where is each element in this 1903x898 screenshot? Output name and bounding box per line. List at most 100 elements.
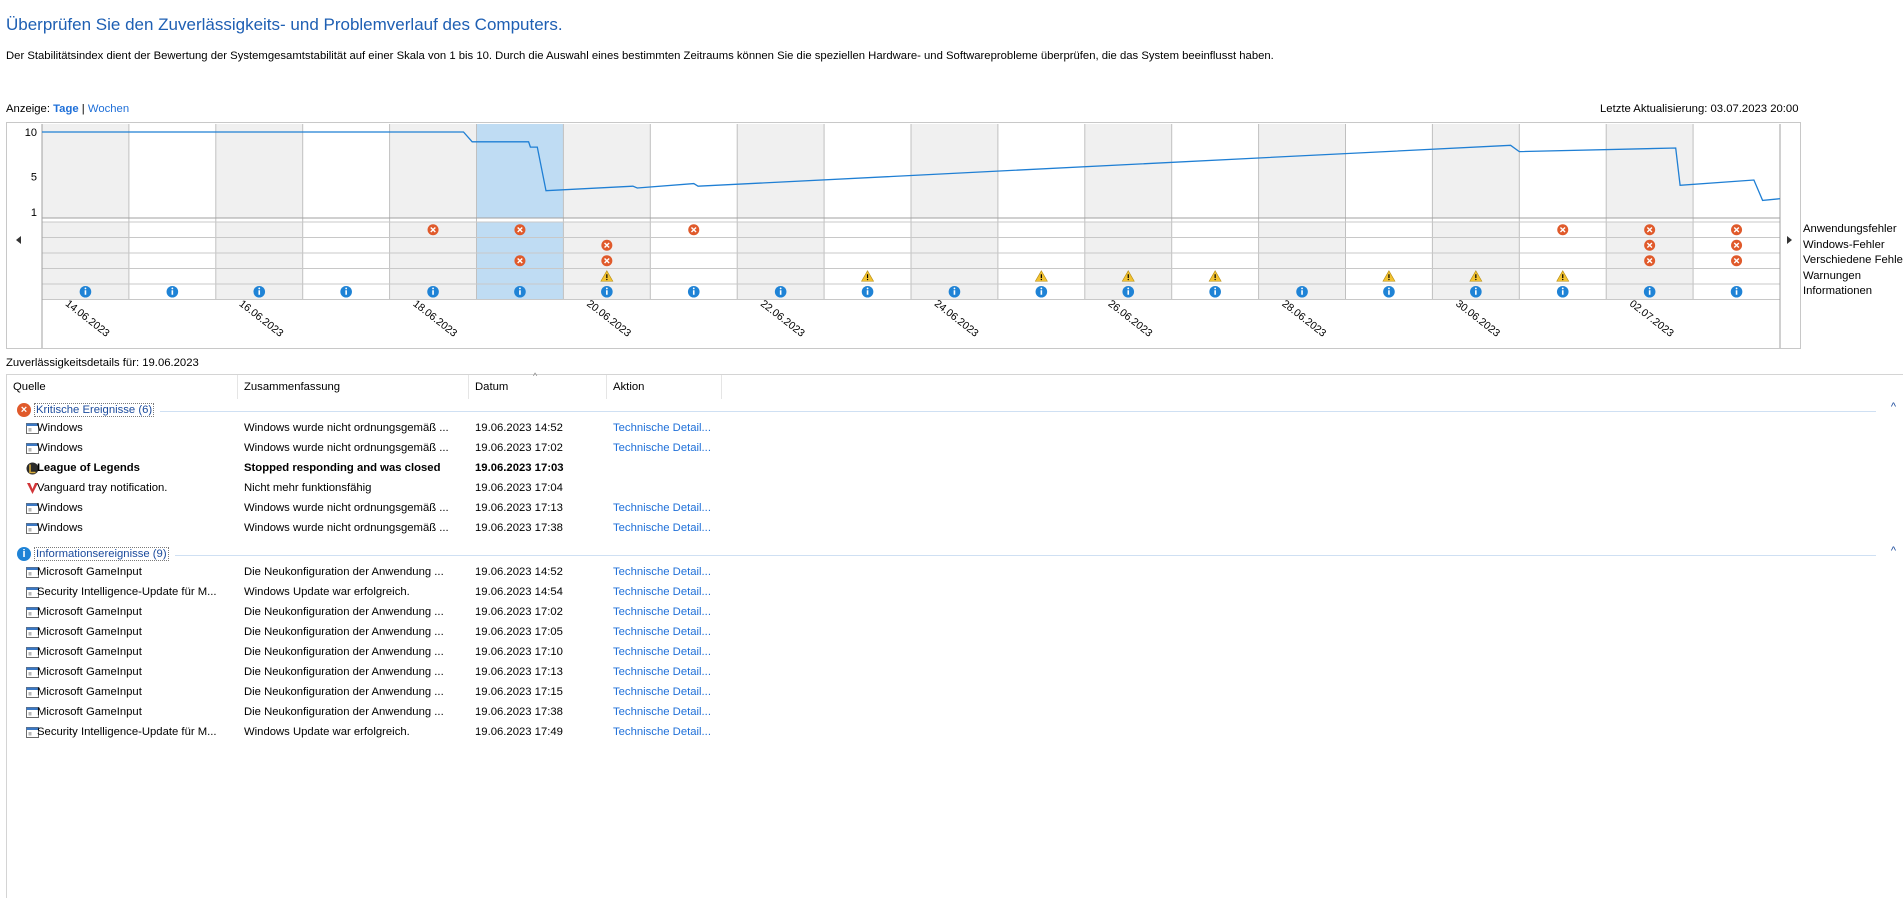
table-row[interactable]: Microsoft GameInput Die Neukonfiguration … <box>7 703 1903 723</box>
info-dot <box>171 287 174 290</box>
group-title[interactable]: Kritische Ereignisse (6) <box>34 403 155 417</box>
info-dot <box>1648 287 1651 290</box>
table-row[interactable]: League of Legends Stopped responding and … <box>7 459 1903 479</box>
source-cell: Security Intelligence-Update für M... <box>37 726 217 738</box>
group-title[interactable]: Informationsereignisse (9) <box>34 547 169 561</box>
info-mark <box>1561 290 1564 295</box>
summary-cell: Stopped responding and was closed <box>244 462 441 474</box>
chart-column[interactable] <box>1519 124 1607 218</box>
source-cell: Windows <box>37 522 83 534</box>
technical-details-link[interactable]: Technische Detail... <box>613 422 711 434</box>
date-cell: 19.06.2023 17:02 <box>475 606 563 618</box>
info-dot <box>1474 287 1477 290</box>
view-selector: Anzeige: Tage | Wochen <box>6 103 129 115</box>
info-dot <box>692 287 695 290</box>
chart-column[interactable] <box>42 124 129 218</box>
chart-column[interactable] <box>737 124 825 218</box>
date-cell: 19.06.2023 14:52 <box>475 566 563 578</box>
table-row[interactable]: Windows Windows wurde nicht ordnungsgemäß… <box>7 519 1903 539</box>
view-days-link[interactable]: Tage <box>53 103 79 115</box>
chart-column[interactable] <box>911 124 998 218</box>
technical-details-link[interactable]: Technische Detail... <box>613 606 711 618</box>
info-dot <box>605 287 608 290</box>
table-row[interactable]: Microsoft GameInput Die Neukonfiguration … <box>7 663 1903 683</box>
table-row[interactable]: Windows Windows wurde nicht ordnungsgemäß… <box>7 499 1903 519</box>
summary-cell: Windows Update war erfolgreich. <box>244 726 410 738</box>
info-dot <box>345 287 348 290</box>
chart-column[interactable] <box>1171 124 1259 218</box>
technical-details-link[interactable]: Technische Detail... <box>613 522 711 534</box>
technical-details-link[interactable]: Technische Detail... <box>613 706 711 718</box>
table-row[interactable]: Windows Windows wurde nicht ordnungsgemäß… <box>7 419 1903 439</box>
collapse-chevron-icon[interactable]: ^ <box>1891 545 1896 557</box>
summary-cell: Windows wurde nicht ordnungsgemäß ... <box>244 442 449 454</box>
table-row[interactable]: Microsoft GameInput Die Neukonfiguration … <box>7 643 1903 663</box>
chart-column[interactable] <box>215 124 303 218</box>
info-mark <box>953 290 956 295</box>
chart-column[interactable] <box>1345 124 1433 218</box>
table-row[interactable]: Vanguard tray notification. Nicht mehr fu… <box>7 479 1903 499</box>
group-critical-events[interactable]: × Kritische Ereignisse (6) ^ <box>7 399 1903 419</box>
technical-details-link[interactable]: Technische Detail... <box>613 626 711 638</box>
page-title: Überprüfen Sie den Zuverlässigkeits- und… <box>6 15 563 34</box>
source-cell: Microsoft GameInput <box>37 626 142 638</box>
summary-cell: Die Neukonfiguration der Anwendung ... <box>244 686 444 698</box>
date-cell: 19.06.2023 17:15 <box>475 686 563 698</box>
technical-details-link[interactable]: Technische Detail... <box>613 666 711 678</box>
column-header-source[interactable]: Quelle <box>7 375 238 399</box>
column-header-date[interactable]: Datum <box>469 375 607 399</box>
info-mark <box>258 290 261 295</box>
column-header-summary[interactable]: Zusammenfassung <box>238 375 469 399</box>
info-mark <box>171 290 174 295</box>
technical-details-link[interactable]: Technische Detail... <box>613 726 711 738</box>
chart-column[interactable] <box>389 124 477 218</box>
table-row[interactable]: Microsoft GameInput Die Neukonfiguration … <box>7 563 1903 583</box>
chart-column[interactable] <box>1606 124 1694 218</box>
info-dot <box>1214 287 1217 290</box>
y-tick-label: 5 <box>31 171 37 183</box>
technical-details-link[interactable]: Technische Detail... <box>613 566 711 578</box>
source-cell: Security Intelligence-Update für M... <box>37 586 217 598</box>
table-row[interactable]: Microsoft GameInput Die Neukonfiguration … <box>7 603 1903 623</box>
chart-column[interactable] <box>476 124 564 218</box>
summary-cell: Die Neukonfiguration der Anwendung ... <box>244 666 444 678</box>
info-mark <box>1040 290 1043 295</box>
info-dot <box>1388 287 1390 290</box>
column-header-action[interactable]: Aktion <box>607 375 722 399</box>
info-mark <box>1735 290 1738 295</box>
group-information-events[interactable]: i Informationsereignisse (9) ^ <box>7 543 1903 563</box>
source-cell: Microsoft GameInput <box>37 706 142 718</box>
info-mark <box>345 290 347 295</box>
group-divider <box>160 411 1876 412</box>
table-row[interactable]: Microsoft GameInput Die Neukonfiguration … <box>7 683 1903 703</box>
table-row[interactable]: Security Intelligence-Update für M... Win… <box>7 583 1903 603</box>
technical-details-link[interactable]: Technische Detail... <box>613 686 711 698</box>
table-row[interactable]: Security Intelligence-Update für M... Win… <box>7 723 1903 743</box>
chart-column[interactable] <box>1432 124 1520 218</box>
warning-dot <box>1388 278 1390 281</box>
legend-label: Windows-Fehler <box>1803 238 1885 251</box>
technical-details-link[interactable]: Technische Detail... <box>613 586 711 598</box>
view-weeks-link[interactable]: Wochen <box>88 103 129 115</box>
chart-column[interactable] <box>650 124 738 218</box>
chart-column[interactable] <box>128 124 216 218</box>
chart-column[interactable] <box>1084 124 1172 218</box>
chart-column[interactable] <box>1258 124 1346 218</box>
chart-column[interactable] <box>1693 124 1780 218</box>
source-cell: Microsoft GameInput <box>37 646 142 658</box>
technical-details-link[interactable]: Technische Detail... <box>613 646 711 658</box>
table-row[interactable]: Windows Windows wurde nicht ordnungsgemäß… <box>7 439 1903 459</box>
reliability-chart[interactable]: 105114.06.2023 16.06.2023 18.06.2023 20.06.… <box>6 122 1801 350</box>
table-row[interactable]: Microsoft GameInput Die Neukonfiguration … <box>7 623 1903 643</box>
page-description: Der Stabilitätsindex dient der Bewertung… <box>6 50 1274 62</box>
chart-column[interactable] <box>563 124 651 218</box>
chart-column[interactable] <box>824 124 911 218</box>
legend-label: Anwendungsfehler <box>1803 223 1897 235</box>
technical-details-link[interactable]: Technische Detail... <box>613 502 711 514</box>
technical-details-link[interactable]: Technische Detail... <box>613 442 711 454</box>
collapse-chevron-icon[interactable]: ^ <box>1891 401 1896 413</box>
info-mark <box>779 290 782 295</box>
legend-label: Informationen <box>1803 285 1873 297</box>
chart-column[interactable] <box>302 124 390 218</box>
info-mark <box>432 290 434 295</box>
